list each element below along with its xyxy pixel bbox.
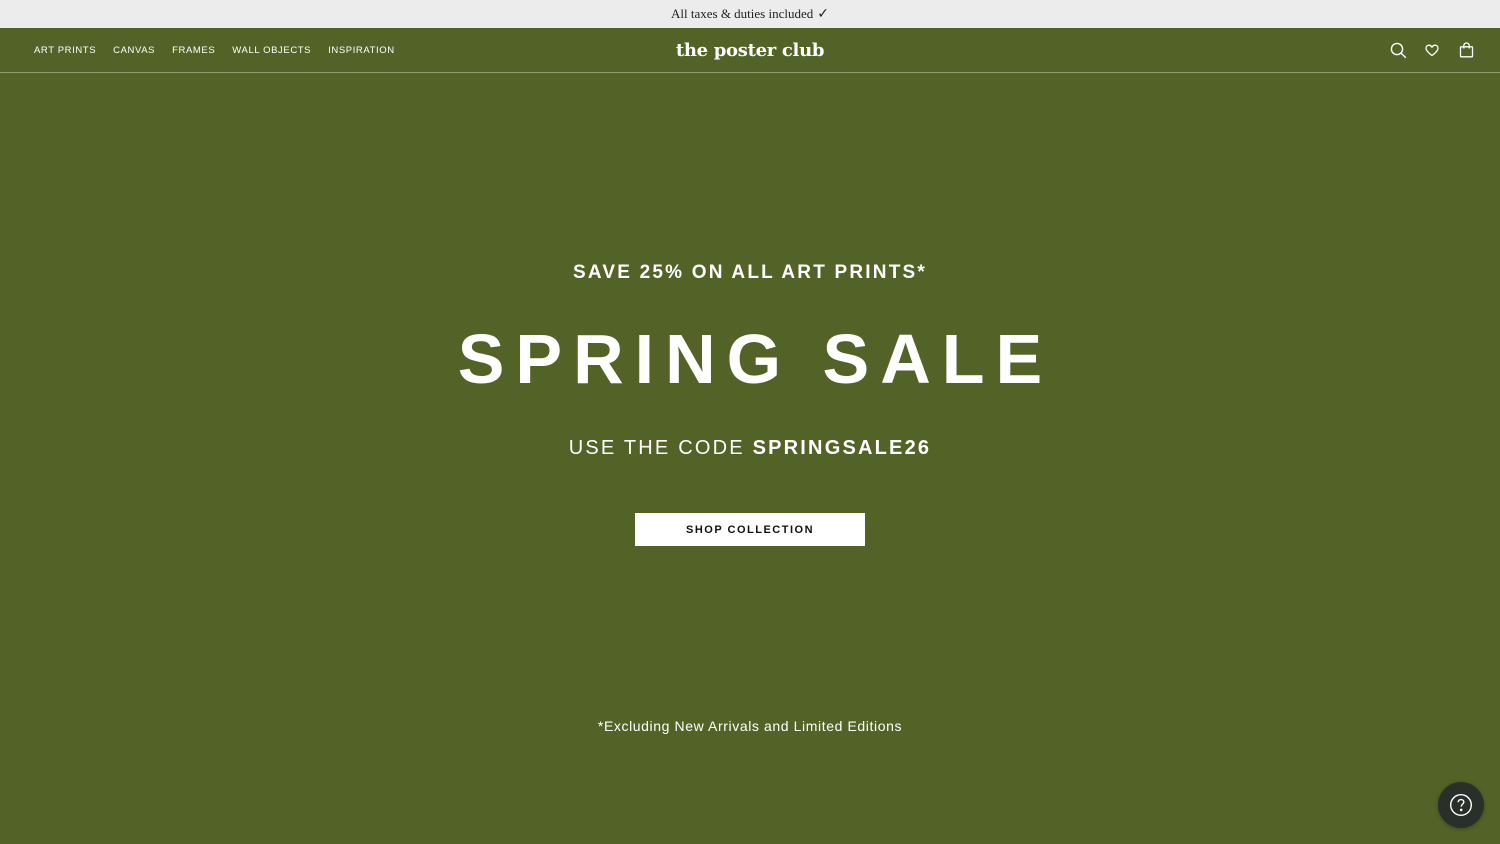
nav-link-wall-objects[interactable]: WALL OBJECTS bbox=[232, 45, 311, 56]
promo-code-prefix: USE THE CODE bbox=[568, 437, 753, 459]
announcement-bar: All taxes & duties included ✓ bbox=[0, 0, 1500, 28]
shop-collection-button[interactable]: SHOP COLLECTION bbox=[635, 513, 865, 546]
promo-code: SPRINGSALE26 bbox=[752, 437, 932, 459]
nav-links: ART PRINTS CANVAS FRAMES WALL OBJECTS IN… bbox=[34, 28, 395, 72]
search-icon[interactable] bbox=[1389, 41, 1407, 59]
promo-code-line: USE THE CODE SPRINGSALE26 bbox=[0, 437, 1500, 460]
shopping-bag-icon[interactable] bbox=[1457, 41, 1475, 59]
hero-headline: SPRING SALE bbox=[457, 320, 1054, 398]
main-navigation: ART PRINTS CANVAS FRAMES WALL OBJECTS IN… bbox=[0, 28, 1500, 73]
hero-eyebrow: SAVE 25% ON ALL ART PRINTS* bbox=[573, 262, 927, 283]
sale-disclaimer: *Excluding New Arrivals and Limited Edit… bbox=[597, 718, 903, 734]
help-button[interactable] bbox=[1438, 782, 1484, 828]
site-logo[interactable]: the poster club bbox=[676, 40, 825, 61]
question-mark-icon bbox=[1449, 793, 1473, 817]
checkmark-icon: ✓ bbox=[817, 6, 829, 22]
announcement-text: All taxes & duties included bbox=[671, 6, 814, 21]
hero-banner: SAVE 25% ON ALL ART PRINTS* SPRING SALE … bbox=[0, 73, 1500, 844]
nav-link-frames[interactable]: FRAMES bbox=[172, 45, 215, 56]
nav-link-canvas[interactable]: CANVAS bbox=[113, 45, 155, 56]
nav-link-art-prints[interactable]: ART PRINTS bbox=[34, 45, 96, 56]
heart-icon[interactable] bbox=[1423, 41, 1441, 59]
nav-icons bbox=[1389, 28, 1475, 72]
nav-link-inspiration[interactable]: INSPIRATION bbox=[328, 45, 395, 56]
